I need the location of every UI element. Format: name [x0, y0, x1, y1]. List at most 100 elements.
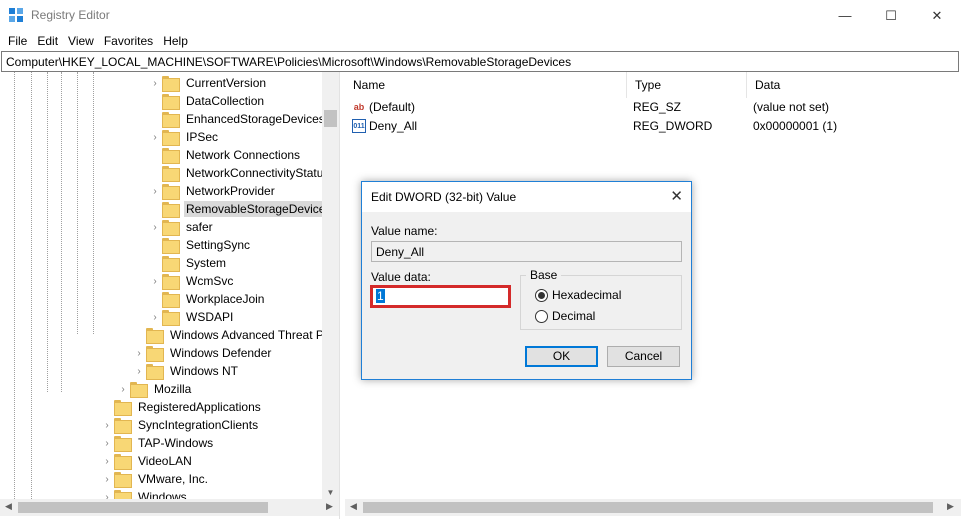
hexadecimal-label: Hexadecimal — [552, 288, 622, 302]
cancel-button[interactable]: Cancel — [607, 346, 680, 367]
values-hscroll-thumb[interactable] — [363, 502, 933, 513]
expand-chevron-icon[interactable]: › — [148, 276, 162, 287]
tree-guide-line — [47, 72, 48, 392]
folder-icon — [162, 220, 180, 236]
folder-icon — [146, 346, 164, 362]
close-button[interactable]: ✕ — [914, 0, 960, 31]
tree-node[interactable]: WorkplaceJoin — [148, 290, 266, 308]
tree-node[interactable]: › Windows — [100, 488, 189, 499]
tree-node[interactable]: › VMware, Inc. — [100, 470, 210, 488]
address-bar[interactable]: Computer\HKEY_LOCAL_MACHINE\SOFTWARE\Pol… — [1, 51, 959, 72]
column-header-name[interactable]: Name — [345, 72, 627, 98]
value-row-default[interactable]: ab (Default) REG_SZ (value not set) — [345, 98, 961, 116]
value-data-input[interactable]: 1 — [370, 285, 511, 308]
tree-node[interactable]: › NetworkProvider — [148, 182, 277, 200]
binary-value-icon: 011 — [352, 119, 366, 133]
tree-node-label: EnhancedStorageDevices — [186, 112, 322, 126]
scroll-left-icon[interactable]: ◀ — [350, 501, 357, 512]
tree-node[interactable]: › VideoLAN — [100, 452, 194, 470]
scroll-down-icon[interactable]: ▼ — [322, 488, 339, 497]
expand-chevron-icon[interactable]: › — [148, 78, 162, 89]
tree-node[interactable]: › Mozilla — [116, 380, 193, 398]
folder-icon — [162, 184, 180, 200]
dialog-close-icon[interactable]: ✕ — [670, 187, 683, 205]
value-data: 0x00000001 (1) — [753, 119, 838, 133]
value-name: Deny_All — [369, 119, 418, 133]
value-data: (value not set) — [753, 100, 830, 114]
expand-chevron-icon[interactable]: › — [116, 384, 130, 395]
folder-icon — [162, 148, 180, 164]
tree-node[interactable]: EnhancedStorageDevices — [148, 110, 322, 128]
tree-node-label: NetworkProvider — [186, 184, 275, 198]
decimal-radio[interactable]: Decimal — [535, 309, 595, 323]
edit-dword-dialog: Edit DWORD (32-bit) Value ✕ Value name: … — [361, 181, 692, 380]
menu-file[interactable]: File — [3, 31, 32, 51]
ok-button[interactable]: OK — [525, 346, 598, 367]
column-header-type[interactable]: Type — [627, 72, 747, 98]
expand-chevron-icon[interactable]: › — [132, 348, 146, 359]
tree-node[interactable]: › CurrentVersion — [148, 74, 268, 92]
folder-icon — [162, 166, 180, 182]
tree-node[interactable]: DataCollection — [148, 92, 266, 110]
registry-editor-icon — [9, 8, 24, 23]
folder-icon — [114, 454, 132, 470]
tree-node[interactable]: SettingSync — [148, 236, 252, 254]
tree-node[interactable]: NetworkConnectivityStatusIndicato — [148, 164, 322, 182]
tree-node[interactable]: RegisteredApplications — [100, 398, 263, 416]
dialog-title: Edit DWORD (32-bit) Value — [371, 190, 517, 204]
expand-chevron-icon[interactable]: › — [148, 132, 162, 143]
tree-node-label: DataCollection — [186, 94, 265, 108]
folder-icon — [162, 310, 180, 326]
menu-edit[interactable]: Edit — [32, 31, 63, 51]
tree-node[interactable]: RemovableStorageDevices — [148, 200, 322, 218]
expand-chevron-icon[interactable]: › — [132, 366, 146, 377]
tree-node[interactable]: › WcmSvc — [148, 272, 235, 290]
tree-hscroll-thumb[interactable] — [18, 502, 268, 513]
column-header-data[interactable]: Data — [747, 72, 961, 98]
expand-chevron-icon[interactable]: › — [100, 492, 114, 500]
tree-node[interactable]: › safer — [148, 218, 215, 236]
folder-icon — [162, 112, 180, 128]
tree-guide-line — [77, 72, 78, 334]
decimal-label: Decimal — [552, 309, 596, 323]
menu-help[interactable]: Help — [158, 31, 193, 51]
tree-node[interactable]: › TAP-Windows — [100, 434, 215, 452]
expand-chevron-icon[interactable]: › — [148, 312, 162, 323]
scroll-right-icon[interactable]: ▶ — [326, 501, 333, 512]
expand-chevron-icon[interactable]: › — [100, 474, 114, 485]
radio-unchecked-icon[interactable] — [535, 309, 548, 323]
tree-node[interactable]: › SyncIntegrationClients — [100, 416, 260, 434]
expand-chevron-icon[interactable]: › — [100, 420, 114, 431]
tree-node-label: RegisteredApplications — [138, 400, 261, 414]
tree-node[interactable]: System — [148, 254, 228, 272]
scroll-right-icon[interactable]: ▶ — [947, 501, 954, 512]
folder-icon — [146, 328, 164, 344]
expand-chevron-icon[interactable]: › — [100, 456, 114, 467]
expand-chevron-icon[interactable]: › — [148, 222, 162, 233]
menu-view[interactable]: View — [63, 31, 99, 51]
tree-vertical-scrollbar[interactable]: ▼ — [322, 72, 339, 499]
tree-node[interactable]: › Windows NT — [132, 362, 240, 380]
tree-node[interactable]: › IPSec — [148, 128, 220, 146]
value-name-field: Deny_All — [371, 241, 682, 262]
minimize-button[interactable]: — — [822, 0, 868, 31]
folder-icon — [130, 382, 148, 398]
expand-chevron-icon[interactable]: › — [100, 438, 114, 449]
tree-scroll-thumb[interactable] — [324, 110, 337, 127]
hexadecimal-radio[interactable]: Hexadecimal — [535, 288, 621, 302]
scroll-left-icon[interactable]: ◀ — [5, 501, 12, 512]
tree-node[interactable]: › WSDAPI — [148, 308, 235, 326]
tree-node-label: IPSec — [186, 130, 219, 144]
tree-node-label: Windows Advanced Threat Protection — [170, 328, 322, 342]
value-row-deny-all[interactable]: 011 Deny_All REG_DWORD 0x00000001 (1) — [345, 117, 961, 135]
tree-node[interactable]: Windows Advanced Threat Protection — [132, 326, 322, 344]
maximize-button[interactable]: ☐ — [868, 0, 914, 31]
menu-favorites[interactable]: Favorites — [99, 31, 158, 51]
tree-node[interactable]: › Windows Defender — [132, 344, 273, 362]
expand-chevron-icon[interactable]: › — [148, 186, 162, 197]
tree-node[interactable]: Network Connections — [148, 146, 302, 164]
values-horizontal-scrollbar[interactable]: ◀ ▶ — [345, 499, 961, 516]
value-data-text: 1 — [376, 289, 385, 303]
tree-horizontal-scrollbar[interactable]: ◀ ▶ — [0, 499, 339, 516]
radio-checked-icon[interactable] — [535, 288, 548, 302]
